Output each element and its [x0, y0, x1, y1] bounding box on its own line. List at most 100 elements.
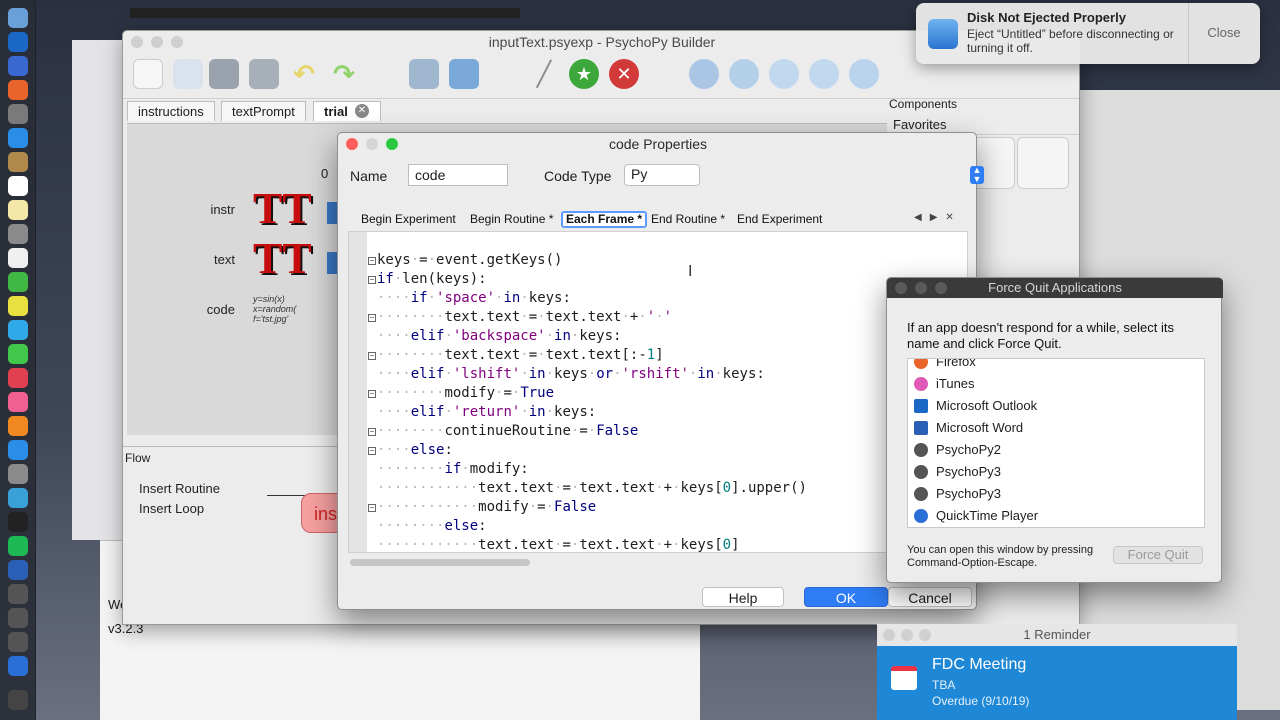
text-component-icon[interactable]: TT	[253, 186, 312, 232]
zoom-window-button[interactable]	[171, 36, 183, 48]
preview-icon[interactable]	[8, 488, 28, 508]
launchpad-icon[interactable]	[8, 56, 28, 76]
fold-icon[interactable]: −	[368, 352, 376, 360]
sound-component-icon[interactable]	[1017, 137, 1069, 189]
music-icon[interactable]	[8, 392, 28, 412]
notes-icon[interactable]	[8, 200, 28, 220]
help-button[interactable]: Help	[702, 587, 784, 607]
app-list[interactable]: Firefox iTunes Microsoft Outlook Microso…	[907, 358, 1205, 528]
psychopy-icon[interactable]	[8, 584, 28, 604]
psychopy-icon[interactable]	[8, 608, 28, 628]
notification-close-button[interactable]: Close	[1188, 25, 1260, 40]
settings-icon[interactable]	[449, 59, 479, 89]
tab-begin-routine[interactable]: Begin Routine *	[467, 211, 556, 228]
reminder-title[interactable]: FDC Meeting	[932, 656, 1026, 674]
cancel-button[interactable]: Cancel	[888, 587, 972, 607]
info-icon[interactable]	[849, 59, 879, 89]
insert-loop-button[interactable]: Insert Loop	[139, 501, 204, 516]
facetime-icon[interactable]	[8, 344, 28, 364]
close-window-button[interactable]	[883, 629, 895, 641]
horizontal-scrollbar[interactable]	[350, 559, 530, 566]
insert-routine-button[interactable]: Insert Routine	[139, 481, 220, 496]
fold-icon[interactable]: −	[368, 428, 376, 436]
app-list-item[interactable]: iTunes	[908, 373, 1204, 395]
app-list-item[interactable]: QuickTime Player	[908, 505, 1204, 527]
terminal-icon[interactable]	[8, 512, 28, 532]
app-list-item[interactable]: Microsoft Outlook	[908, 395, 1204, 417]
chevron-updown-icon[interactable]: ▲ ▼	[970, 166, 984, 184]
zoom-dialog-button[interactable]	[386, 138, 398, 150]
minimize-window-button[interactable]	[151, 36, 163, 48]
tab-end-routine[interactable]: End Routine *	[648, 211, 728, 228]
tab-navigation[interactable]: ◀▶✕	[914, 212, 962, 223]
firefox-icon[interactable]	[8, 80, 28, 100]
tab-end-experiment[interactable]: End Experiment	[734, 211, 825, 228]
monitor-icon[interactable]	[409, 59, 439, 89]
psychopy-icon[interactable]	[8, 632, 28, 652]
tab-instructions[interactable]: instructions	[127, 101, 215, 121]
component-label[interactable]: instr	[155, 202, 235, 217]
fold-icon[interactable]: −	[368, 276, 376, 284]
calendar-icon[interactable]	[8, 176, 28, 196]
save-as-icon[interactable]	[249, 59, 279, 89]
open-file-icon[interactable]	[173, 59, 203, 89]
globe-icon[interactable]	[689, 59, 719, 89]
app-list-item[interactable]: Microsoft Word	[908, 417, 1204, 439]
contacts-icon[interactable]	[8, 152, 28, 172]
photos-icon[interactable]	[8, 296, 28, 316]
help-icon[interactable]	[8, 224, 28, 244]
safari-icon[interactable]	[8, 128, 28, 148]
minimize-window-button[interactable]	[915, 282, 927, 294]
undo-icon[interactable]: ↶	[289, 59, 319, 89]
sync-icon[interactable]	[729, 59, 759, 89]
zoom-window-button[interactable]	[919, 629, 931, 641]
app-list-item[interactable]: Firefox	[908, 359, 1204, 373]
news-icon[interactable]	[8, 368, 28, 388]
code-text[interactable]: keys·=·event.getKeys() if·len(keys): ····i…	[377, 232, 967, 553]
rocket-icon[interactable]	[8, 104, 28, 124]
app-list-item[interactable]: PsychoPy3	[908, 461, 1204, 483]
save-icon[interactable]	[209, 59, 239, 89]
user-icon[interactable]	[809, 59, 839, 89]
close-window-button[interactable]	[131, 36, 143, 48]
redo-icon[interactable]: ↷	[329, 59, 359, 89]
tab-textprompt[interactable]: textPrompt	[221, 101, 306, 121]
component-label[interactable]: text	[155, 252, 235, 267]
name-input[interactable]: code	[408, 164, 508, 186]
fold-icon[interactable]: −	[368, 257, 376, 265]
ok-button[interactable]: OK	[804, 587, 888, 607]
app-store-icon[interactable]	[8, 440, 28, 460]
stop-icon[interactable]: ✕	[609, 59, 639, 89]
fold-icon[interactable]: −	[368, 504, 376, 512]
outlook-icon[interactable]	[8, 32, 28, 52]
spotify-icon[interactable]	[8, 536, 28, 556]
tab-each-frame[interactable]: Each Frame *	[561, 211, 648, 228]
fold-icon[interactable]: −	[368, 447, 376, 455]
reminders-icon[interactable]	[8, 248, 28, 268]
code-type-select[interactable]: Py ▲ ▼	[624, 164, 984, 186]
close-dialog-button[interactable]	[346, 138, 358, 150]
finder-icon[interactable]	[8, 8, 28, 28]
run-icon[interactable]: ★	[569, 59, 599, 89]
force-quit-button[interactable]: Force Quit	[1113, 546, 1203, 564]
word-icon[interactable]	[8, 560, 28, 580]
messages-icon[interactable]	[8, 320, 28, 340]
trash-icon[interactable]	[8, 690, 28, 710]
new-file-icon[interactable]	[133, 59, 163, 89]
component-label[interactable]: code	[155, 302, 235, 317]
code-component-icon[interactable]: y=sin(x) x=random( f='tst.jpg'	[253, 294, 305, 324]
books-icon[interactable]	[8, 416, 28, 436]
minimize-window-button[interactable]	[901, 629, 913, 641]
minimize-dialog-button[interactable]	[366, 138, 378, 150]
maps-icon[interactable]	[8, 272, 28, 292]
text-component-icon[interactable]: TT	[253, 236, 312, 282]
app-list-item[interactable]: PsychoPy3	[908, 483, 1204, 505]
zoom-window-button[interactable]	[935, 282, 947, 294]
close-tab-icon[interactable]: ✕	[355, 104, 369, 118]
search-icon[interactable]	[769, 59, 799, 89]
code-editor[interactable]: − − − − − − − − keys·=·event.getKeys() if…	[348, 231, 968, 553]
quicktime-icon[interactable]	[8, 656, 28, 676]
fold-icon[interactable]: −	[368, 390, 376, 398]
close-window-button[interactable]	[895, 282, 907, 294]
app-list-item[interactable]: PsychoPy2	[908, 439, 1204, 461]
